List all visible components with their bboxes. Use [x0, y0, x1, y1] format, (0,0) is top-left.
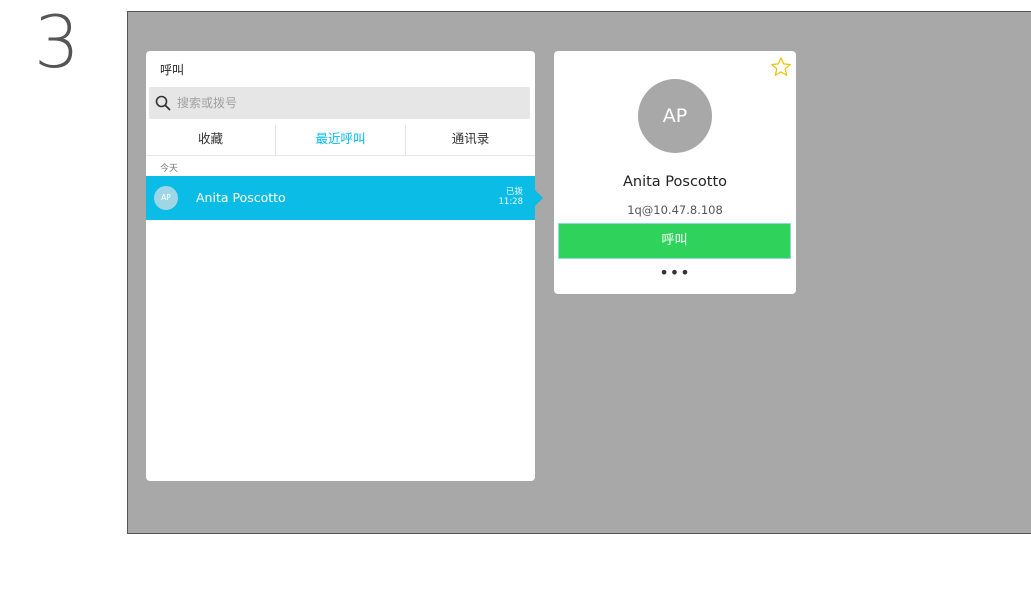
- contact-card-name: Anita Poscotto: [622, 174, 728, 190]
- tab-directory[interactable]: 通讯录: [406, 125, 535, 155]
- avatar: AP: [154, 186, 178, 210]
- star-outline-icon[interactable]: [770, 56, 792, 78]
- step-number: 3: [34, 0, 80, 84]
- panel-title: 呼叫: [160, 63, 185, 77]
- screen: 呼叫 收藏 最近呼叫 通讯录 今天 AP Anita Poscotto 已拨 1…: [127, 11, 1031, 534]
- search-box[interactable]: [149, 87, 530, 119]
- search-icon: [155, 95, 171, 111]
- contact-avatar: AP: [638, 79, 712, 153]
- call-panel: 呼叫 收藏 最近呼叫 通讯录 今天 AP Anita Poscotto 已拨 1…: [146, 51, 543, 481]
- tab-bar: 收藏 最近呼叫 通讯录: [146, 125, 535, 156]
- recent-call-row[interactable]: AP Anita Poscotto 已拨 11:28: [146, 176, 543, 220]
- call-direction: 已拨: [505, 187, 523, 197]
- tab-recents[interactable]: 最近呼叫: [276, 125, 406, 155]
- call-time: 11:28: [498, 197, 524, 207]
- more-options-button[interactable]: •••: [554, 265, 796, 285]
- call-button[interactable]: 呼叫: [558, 223, 791, 259]
- call-status: 已拨 11:28: [499, 187, 524, 207]
- tab-favorites[interactable]: 收藏: [146, 125, 276, 155]
- contact-card: AP Anita Poscotto 1q@10.47.8.108 呼叫 •••: [554, 51, 796, 294]
- contact-name: Anita Poscotto: [196, 190, 286, 205]
- search-input[interactable]: [177, 87, 517, 119]
- section-label-today: 今天: [160, 164, 179, 174]
- contact-address: 1q@10.47.8.108: [627, 203, 723, 217]
